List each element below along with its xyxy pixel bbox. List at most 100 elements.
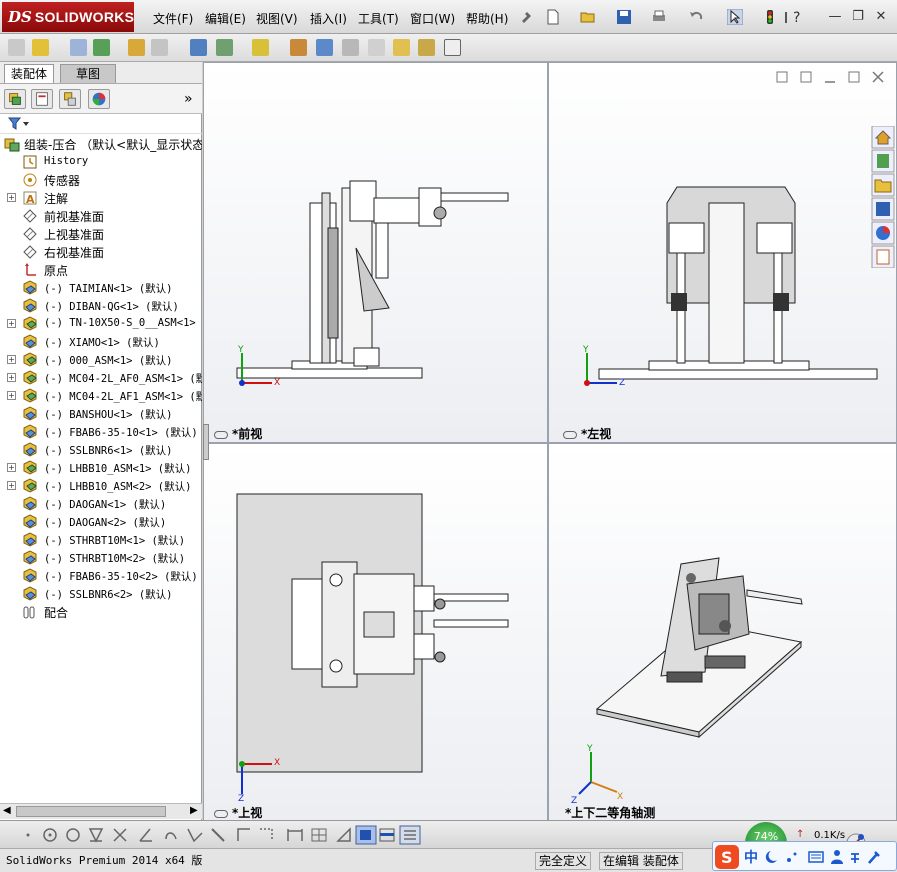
tree-item[interactable]: + (-) TN-10X50-S_0__ASM<1> ( (0, 315, 202, 333)
task-pane-tabs[interactable] (871, 126, 895, 268)
link-views-icon[interactable] (563, 430, 577, 439)
scroll-right-arrow-icon[interactable]: ▶ (190, 805, 198, 816)
move-component-icon[interactable] (128, 39, 145, 56)
scroll-thumb[interactable] (16, 806, 166, 817)
tree-item[interactable]: 原点 (0, 261, 202, 279)
tree-item[interactable]: (-) DAOGAN<2> (默认) (0, 513, 202, 531)
scroll-left-arrow-icon[interactable]: ◀ (3, 805, 11, 816)
sogou-s-icon[interactable]: S (715, 845, 739, 869)
tree-item[interactable]: (-) FBAB6-35-10<1> (默认) (0, 423, 202, 441)
new-document-icon[interactable] (545, 9, 561, 25)
reference-geometry-icon[interactable] (216, 39, 233, 56)
viewport-front[interactable]: Y X *前视 (204, 63, 547, 442)
close-button[interactable]: ✕ (873, 9, 889, 25)
insert-component-icon[interactable] (8, 39, 25, 56)
smart-fasteners-icon[interactable] (93, 39, 110, 56)
tree-item[interactable]: (-) DAOGAN<1> (默认) (0, 495, 202, 513)
configuration-manager-icon[interactable] (59, 89, 81, 109)
ime-chinese-mode[interactable]: 中 (744, 847, 758, 867)
viewport-left[interactable]: Y Z *左视 (549, 63, 896, 442)
tab-sketch[interactable]: 草图 (60, 64, 116, 83)
tree-item[interactable]: (-) DIBAN-QG<1> (默认) (0, 297, 202, 315)
tree-item[interactable]: + (-) MC04-2L_AF1_ASM<1> (默认 (0, 387, 202, 405)
tree-item[interactable]: 配合 (0, 603, 202, 621)
menu-insert[interactable]: 插入(I) (310, 10, 347, 27)
save-icon[interactable] (616, 9, 632, 25)
tree-item[interactable]: (-) XIAMO<1> (默认) (0, 333, 202, 351)
tree-item[interactable]: + (-) 000_ASM<1> (默认) (0, 351, 202, 369)
interference-detection-icon[interactable] (368, 39, 385, 56)
expand-toggle[interactable]: + (7, 463, 16, 472)
rebuild-traffic-light-icon[interactable] (762, 9, 778, 25)
instant3d-icon[interactable] (444, 39, 461, 56)
menu-edit[interactable]: 编辑(E) (205, 10, 246, 27)
display-manager-icon[interactable] (88, 89, 110, 109)
tree-item[interactable]: (-) STHRBT10M<2> (默认) (0, 549, 202, 567)
panel-collapse-handle[interactable] (203, 424, 209, 460)
tree-item[interactable]: (-) BANSHOU<1> (默认) (0, 405, 202, 423)
expand-toggle[interactable]: + (7, 355, 16, 364)
expand-toggle[interactable]: + (7, 373, 16, 382)
status-definition: 完全定义 (535, 852, 592, 870)
clearance-verification-icon[interactable] (393, 39, 410, 56)
menu-tools[interactable]: 工具(T) (358, 10, 399, 27)
undo-icon[interactable] (688, 9, 704, 25)
pin-icon[interactable] (518, 9, 534, 25)
link-views-icon[interactable] (214, 430, 228, 439)
tree-item[interactable]: (-) SSLBNR6<1> (默认) (0, 441, 202, 459)
sketch-tools-icons[interactable] (6, 825, 426, 845)
show-hidden-icon[interactable] (151, 39, 168, 56)
minimize-button[interactable]: — (827, 9, 843, 25)
select-cursor-icon[interactable] (727, 9, 743, 25)
feature-manager-tree-icon[interactable] (4, 89, 26, 109)
tree-item[interactable]: (-) TAIMIAN<1> (默认) (0, 279, 202, 297)
tree-item[interactable]: History (0, 153, 202, 171)
menu-window[interactable]: 窗口(W) (410, 10, 455, 27)
explode-line-sketch-icon[interactable] (342, 39, 359, 56)
tree-item[interactable]: (-) FBAB6-35-10<2> (默认) (0, 567, 202, 585)
tree-item-label: 右视基准面 (44, 246, 105, 260)
print-icon[interactable] (651, 9, 667, 25)
filter-funnel-icon[interactable] (8, 117, 30, 131)
plane-icon (23, 245, 37, 259)
tree-item[interactable]: (-) SSLBNR6<2> (默认) (0, 585, 202, 603)
restore-button[interactable]: ❐ (850, 9, 866, 25)
ime-toolbar[interactable]: S 中 (712, 841, 897, 871)
viewport-isometric[interactable]: Y X Z *上下二等角轴测 (549, 444, 896, 820)
expand-toggle[interactable]: + (7, 391, 16, 400)
tree-item[interactable]: 前视基准面 (0, 207, 202, 225)
new-motion-study-icon[interactable] (252, 39, 269, 56)
tree-item[interactable]: + (-) LHBB10_ASM<2> (默认) (0, 477, 202, 495)
open-folder-icon[interactable] (580, 9, 596, 25)
tree-item[interactable]: + (-) LHBB10_ASM<1> (默认) (0, 459, 202, 477)
viewport-top[interactable]: X Z *上视 (204, 444, 547, 820)
linear-pattern-icon[interactable] (70, 39, 87, 56)
tree-item[interactable]: 传感器 (0, 171, 202, 189)
panel-expand-chevron[interactable]: » (184, 91, 193, 107)
tree-item[interactable]: (-) STHRBT10M<1> (默认) (0, 531, 202, 549)
solidworks-logo[interactable]: DS SOLIDWORKS (2, 2, 134, 32)
menu-help[interactable]: 帮助(H) (466, 10, 508, 27)
expand-toggle[interactable]: + (7, 481, 16, 490)
expand-toggle[interactable]: + (7, 319, 16, 328)
mate-tool-icon[interactable] (32, 39, 49, 56)
panel-horizontal-scrollbar[interactable]: ◀ ▶ (0, 803, 202, 819)
tree-item[interactable]: + (-) MC04-2L_AF0_ASM<1> (默认 (0, 369, 202, 387)
tree-item[interactable]: 上视基准面 (0, 225, 202, 243)
tree-item[interactable]: + A 注解 (0, 189, 202, 207)
exploded-view-icon[interactable] (316, 39, 333, 56)
ime-tool-icons[interactable] (765, 848, 893, 866)
bill-of-materials-icon[interactable] (290, 39, 307, 56)
tab-assembly[interactable]: 装配体 (4, 64, 55, 83)
hole-alignment-icon[interactable] (418, 39, 435, 56)
tree-root-assembly[interactable]: 组装-压合 （默认<默认_显示状态 (0, 135, 202, 153)
tree-item[interactable]: 右视基准面 (0, 243, 202, 261)
expand-toggle[interactable]: + (7, 193, 16, 202)
menu-file[interactable]: 文件(F) (153, 10, 193, 27)
link-views-icon[interactable] (214, 809, 228, 818)
tree-filter[interactable] (0, 114, 202, 134)
menu-view[interactable]: 视图(V) (256, 10, 298, 27)
help-question-icon[interactable]: ? (790, 9, 806, 25)
property-manager-icon[interactable] (31, 89, 53, 109)
assembly-features-icon[interactable] (190, 39, 207, 56)
